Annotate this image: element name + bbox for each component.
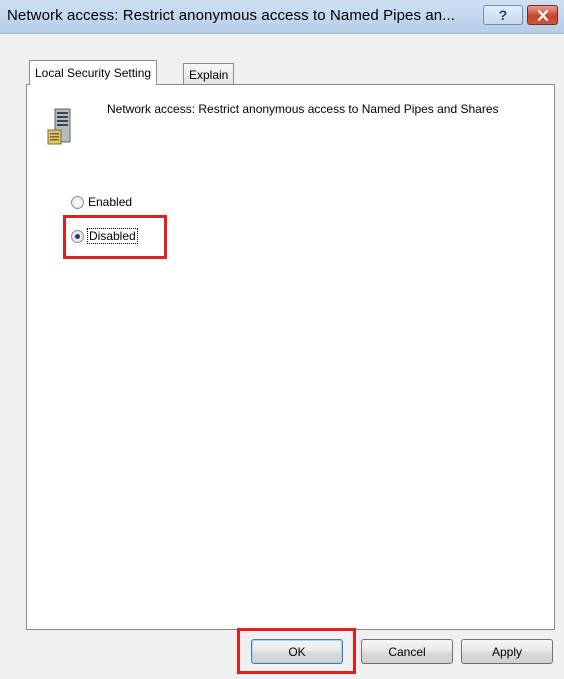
tab-panel [26,84,555,630]
tab-explain[interactable]: Explain [183,63,235,85]
radio-label: Enabled [88,195,133,209]
help-icon: ? [498,7,508,23]
apply-button[interactable]: Apply [461,639,553,664]
cancel-button[interactable]: Cancel [361,639,453,664]
tab-label: Local Security Setting [35,66,152,80]
cancel-label: Cancel [388,644,426,659]
title-bar[interactable]: Network access: Restrict anonymous acces… [0,0,564,34]
ok-label: OK [288,644,306,659]
help-button[interactable]: ? [483,5,523,25]
close-button[interactable] [527,5,558,25]
policy-description: Network access: Restrict anonymous acces… [107,102,499,116]
apply-label: Apply [491,644,523,659]
tab-label: Explain [189,67,229,82]
tab-local-security-setting[interactable]: Local Security Setting [29,60,158,85]
server-icon [47,108,71,145]
radio-enabled[interactable]: Enabled [71,195,132,209]
window-title: Network access: Restrict anonymous acces… [7,7,456,24]
radio-button[interactable] [71,195,84,209]
highlight-disabled [63,215,167,259]
close-icon [537,9,548,21]
ok-button[interactable]: OK [251,639,343,664]
